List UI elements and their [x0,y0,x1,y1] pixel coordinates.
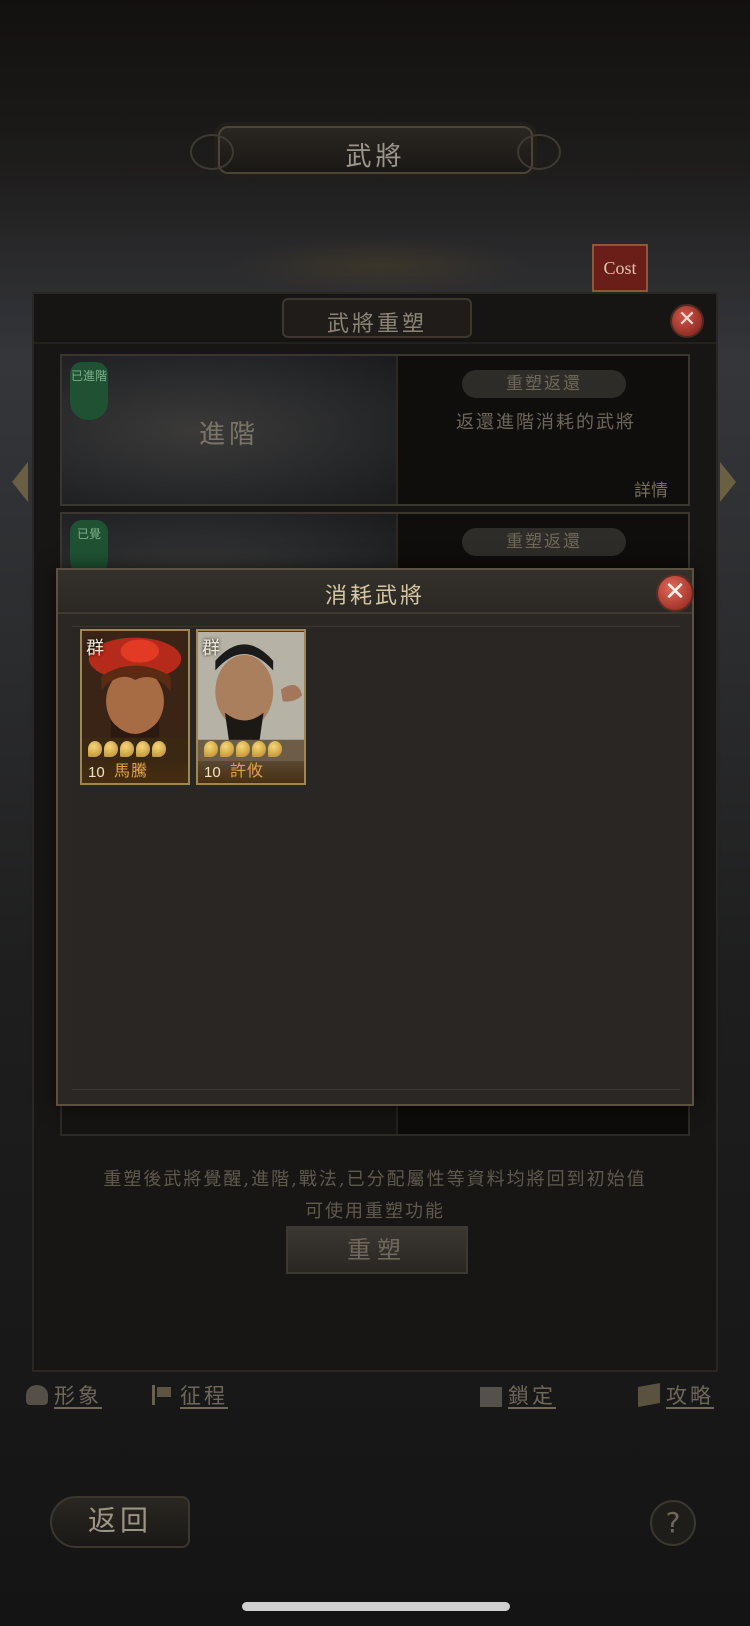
dialog-title: 消耗武將 [324,584,425,609]
star-icon [152,741,166,757]
star-icon [252,741,266,757]
dialog-body: 群 10 馬騰 群 10 許攸 [72,626,680,1090]
star-icon [136,741,150,757]
star-icon [204,741,218,757]
general-name: 馬騰 [114,761,149,780]
dialog-close-button[interactable]: ✕ [656,574,694,612]
star-icon [88,741,102,757]
star-icon [268,741,282,757]
general-level: 10 [204,764,221,781]
general-name: 許攸 [230,761,265,780]
star-icon [236,741,250,757]
star-rating [204,741,282,757]
general-card[interactable]: 群 10 馬騰 [80,629,190,785]
faction-badge: 群 [86,638,104,659]
close-icon: ✕ [664,577,686,607]
general-card[interactable]: 群 10 許攸 [196,629,306,785]
star-icon [220,741,234,757]
star-rating [88,741,166,757]
star-icon [120,741,134,757]
star-icon [104,741,118,757]
faction-badge: 群 [202,638,220,659]
consume-dialog: 消耗武將 ✕ 群 10 馬騰 群 10 許攸 [56,568,694,1106]
dialog-header: 消耗武將 ✕ [58,570,694,614]
general-level: 10 [88,764,105,781]
